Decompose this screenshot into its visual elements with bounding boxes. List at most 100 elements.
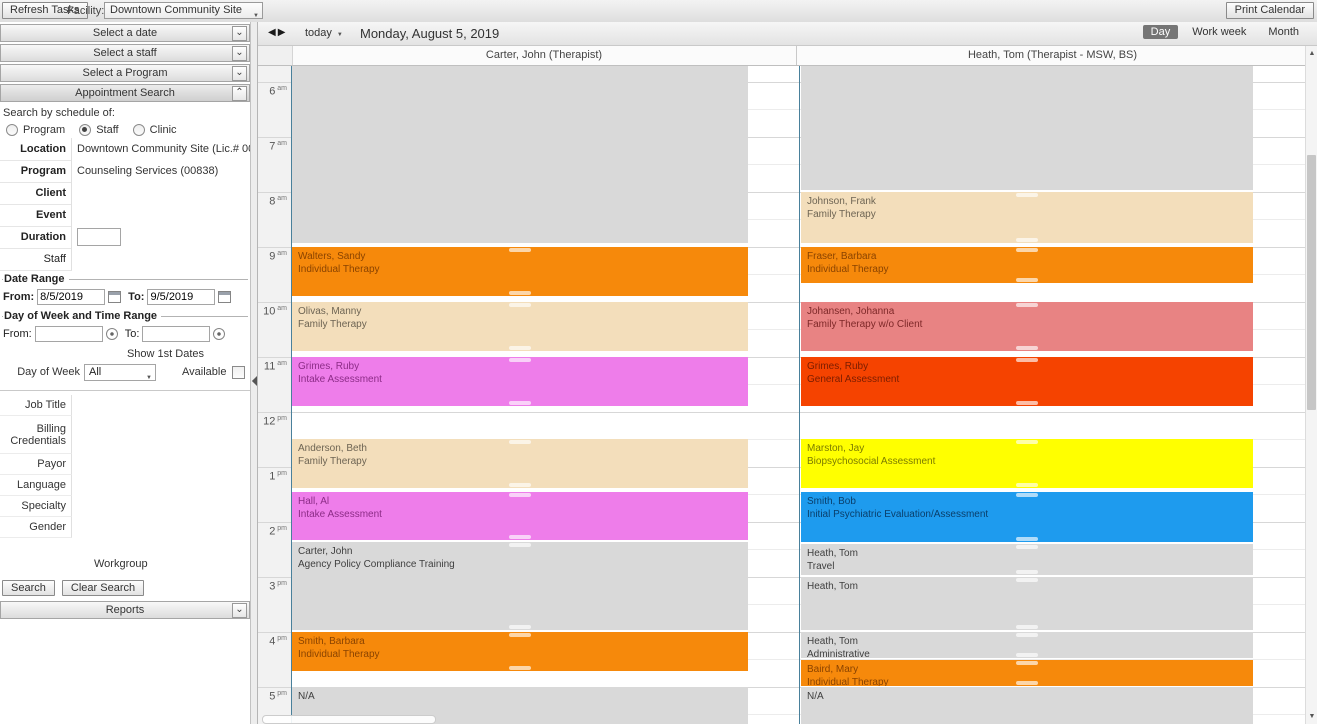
field-row-event: Event	[0, 204, 250, 226]
field-row-location: Location Downtown Community Site (Lic.# …	[0, 138, 250, 160]
appointment-client: Johnson, Frank	[807, 195, 1249, 208]
appointment-block[interactable]: N/A	[801, 687, 1253, 724]
time-label: 9 am	[258, 250, 287, 263]
column-header-heath[interactable]: Heath, Tom (Therapist - MSW, BS)	[800, 46, 1305, 65]
vertical-scrollbar[interactable]	[1305, 46, 1317, 724]
appointment-client: N/A	[807, 690, 1249, 703]
date-from-label: From:	[3, 291, 34, 303]
appointment-block[interactable]: Walters, SandyIndividual Therapy	[292, 247, 748, 296]
appointment-client: Grimes, Ruby	[807, 360, 1249, 373]
appointment-service: General Assessment	[807, 373, 1249, 386]
appointment-service: Biopsychosocial Assessment	[807, 455, 1249, 468]
prev-next-day-arrows[interactable]: ◀▶	[268, 27, 287, 38]
time-from-input[interactable]	[35, 326, 103, 342]
accordion-select-staff[interactable]: Select a staff	[0, 44, 250, 62]
appointment-client: Marston, Jay	[807, 442, 1249, 455]
appointment-block[interactable]: Anderson, BethFamily Therapy	[292, 439, 748, 488]
appointment-client: N/A	[298, 690, 744, 703]
vertical-scrollbar-thumb[interactable]	[1307, 155, 1316, 410]
appointment-block[interactable]: Johansen, JohannaFamily Therapy w/o Clie…	[801, 302, 1253, 351]
appointment-client: Olivas, Manny	[298, 305, 744, 318]
chevron-down-icon[interactable]	[232, 603, 247, 618]
search-fields: Location Downtown Community Site (Lic.# …	[0, 138, 250, 270]
job-title-label: Job Title	[0, 395, 72, 416]
calendar-body[interactable]: 6 am7 am8 am9 am10 am11 am12 pm1 pm2 pm3…	[258, 66, 1305, 724]
appointment-block[interactable]: Heath, Tom	[801, 577, 1253, 630]
appointment-block[interactable]: Smith, BarbaraIndividual Therapy	[292, 632, 748, 671]
view-workweek-button[interactable]: Work week	[1184, 25, 1254, 39]
radio-program[interactable]	[6, 124, 18, 136]
appointment-block[interactable]: Baird, MaryIndividual Therapy	[801, 660, 1253, 686]
facility-dropdown[interactable]: Downtown Community Site	[104, 2, 263, 19]
billing-credentials-label: Billing Credentials	[0, 416, 72, 454]
collapse-sidebar-icon[interactable]	[251, 376, 257, 386]
workgroup-label: Workgroup	[94, 558, 250, 570]
appointment-block[interactable]: Fraser, BarbaraIndividual Therapy	[801, 247, 1253, 283]
radio-staff[interactable]	[79, 124, 91, 136]
location-value[interactable]: Downtown Community Site (Lic.# 00110)	[72, 143, 250, 155]
duration-input[interactable]	[77, 228, 121, 246]
date-from-input[interactable]	[37, 289, 105, 305]
appointment-service: Intake Assessment	[298, 508, 744, 521]
unavailable-block[interactable]	[292, 66, 748, 243]
column-header-carter[interactable]: Carter, John (Therapist)	[292, 46, 797, 65]
radio-clinic[interactable]	[133, 124, 145, 136]
program-label: Program	[0, 160, 72, 183]
date-to-input[interactable]	[147, 289, 215, 305]
clear-search-button[interactable]: Clear Search	[62, 580, 144, 596]
accordion-appointment-search[interactable]: Appointment Search	[0, 84, 250, 102]
appointment-block[interactable]: Grimes, RubyGeneral Assessment	[801, 357, 1253, 406]
day-of-week-value: All	[89, 366, 101, 378]
print-calendar-button[interactable]: Print Calendar	[1226, 2, 1314, 19]
day-of-week-select[interactable]: All	[84, 364, 156, 381]
appointment-block[interactable]: Marston, JayBiopsychosocial Assessment	[801, 439, 1253, 488]
chevron-down-icon[interactable]	[232, 66, 247, 81]
unavailable-block[interactable]	[801, 66, 1253, 190]
scroll-up-icon[interactable]	[1307, 50, 1317, 57]
date-range-group: Date Range From: To:	[2, 279, 248, 307]
calendar-icon[interactable]	[108, 291, 121, 303]
appointment-client: Walters, Sandy	[298, 250, 744, 263]
sidebar-splitter[interactable]	[250, 22, 258, 724]
duration-label: Duration	[0, 226, 72, 249]
view-month-button[interactable]: Month	[1260, 25, 1307, 39]
calendar-icon[interactable]	[218, 291, 231, 303]
appointment-service: Family Therapy	[807, 208, 1249, 221]
specialty-label: Specialty	[0, 496, 72, 517]
available-checkbox[interactable]	[232, 366, 245, 379]
appointment-block[interactable]: Heath, TomTravel	[801, 544, 1253, 575]
appointment-block[interactable]: Carter, JohnAgency Policy Compliance Tra…	[292, 542, 748, 630]
schedule-of-radios: ProgramStaffClinic	[6, 122, 250, 138]
date-to-label: To:	[128, 291, 144, 303]
appointment-block[interactable]: Smith, BobInitial Psychiatric Evaluation…	[801, 492, 1253, 542]
clock-icon[interactable]	[106, 328, 118, 340]
sidebar: Select a date Select a staff Select a Pr…	[0, 22, 250, 724]
accordion-reports[interactable]: Reports	[0, 601, 250, 619]
accordion-select-date[interactable]: Select a date	[0, 24, 250, 42]
horizontal-scrollbar-thumb[interactable]	[262, 715, 436, 724]
today-button[interactable]: today	[301, 26, 347, 40]
gender-label: Gender	[0, 517, 72, 538]
chevron-down-icon[interactable]	[232, 46, 247, 61]
search-button[interactable]: Search	[2, 580, 55, 596]
dow-time-range-group: Day of Week and Time Range From: To: Sho…	[2, 316, 248, 382]
today-label: today	[305, 27, 332, 39]
appointment-block[interactable]: Hall, AlIntake Assessment	[292, 492, 748, 540]
accordion-select-program[interactable]: Select a Program	[0, 64, 250, 82]
appointment-block[interactable]: Grimes, RubyIntake Assessment	[292, 357, 748, 406]
appointment-block[interactable]: Olivas, MannyFamily Therapy	[292, 302, 748, 351]
appointment-block[interactable]: Johnson, FrankFamily Therapy	[801, 192, 1253, 243]
chevron-down-icon[interactable]	[232, 26, 247, 41]
dow-time-range-legend: Day of Week and Time Range	[3, 310, 161, 322]
appointment-service: Travel	[807, 560, 1249, 573]
chevron-up-icon[interactable]	[232, 86, 247, 101]
view-day-button[interactable]: Day	[1143, 25, 1179, 39]
appointment-block[interactable]: Heath, TomAdministrative	[801, 632, 1253, 658]
time-to-input[interactable]	[142, 326, 210, 342]
accordion-label: Select a date	[93, 27, 157, 39]
accordion-label: Appointment Search	[75, 87, 175, 99]
clock-icon[interactable]	[213, 328, 225, 340]
appointment-search-panel: Search by schedule of: ProgramStaffClini…	[0, 107, 250, 596]
program-value[interactable]: Counseling Services (00838)	[72, 165, 218, 177]
scroll-down-icon[interactable]	[1307, 713, 1317, 720]
